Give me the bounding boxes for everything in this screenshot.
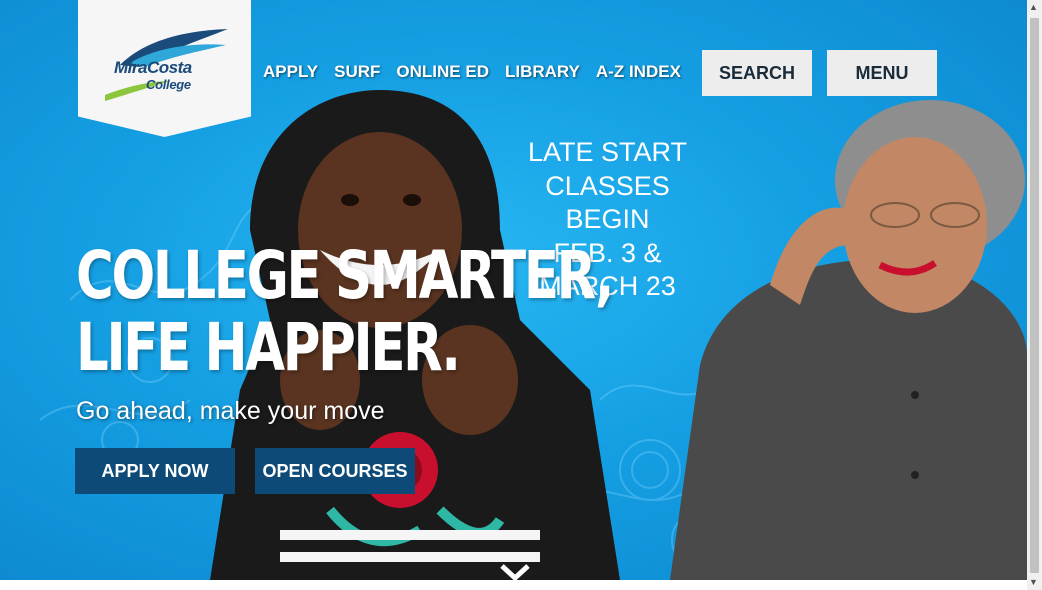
nav-az-index[interactable]: A-Z INDEX (596, 62, 681, 82)
logo-name: MiraCosta (114, 58, 192, 77)
announcement-line: LATE START (527, 137, 688, 167)
announcement-line: CLASSES (545, 170, 670, 201)
nav-apply[interactable]: APPLY (263, 62, 318, 82)
scrollbar-thumb[interactable] (1030, 18, 1039, 573)
apply-now-button[interactable]: APPLY NOW (75, 448, 235, 494)
hero-headline: COLLEGE SMARTER, LIFE HAPPIER. (76, 237, 614, 386)
headline-line-1: COLLEGE SMARTER, (76, 237, 614, 314)
main-nav: APPLY SURF ONLINE ED LIBRARY A-Z INDEX (263, 62, 697, 82)
logo-subname: College (146, 77, 191, 92)
page-bottom-strip (0, 580, 1027, 590)
adult-learner-photo (670, 100, 1027, 580)
menu-button[interactable]: MENU (827, 50, 937, 96)
search-button[interactable]: SEARCH (702, 50, 812, 96)
scroll-down-icon[interactable]: ▼ (1029, 577, 1038, 587)
nav-surf[interactable]: SURF (334, 62, 380, 82)
open-courses-button[interactable]: OPEN COURSES (255, 448, 415, 494)
nav-library[interactable]: LIBRARY (505, 62, 580, 82)
headline-line-2: LIFE HAPPIER. (76, 309, 461, 386)
scroll-up-icon[interactable]: ▲ (1029, 2, 1038, 12)
nav-online-ed[interactable]: ONLINE ED (396, 62, 489, 82)
announcement-line: BEGIN (565, 204, 650, 234)
hero-tagline: Go ahead, make your move (76, 397, 385, 425)
